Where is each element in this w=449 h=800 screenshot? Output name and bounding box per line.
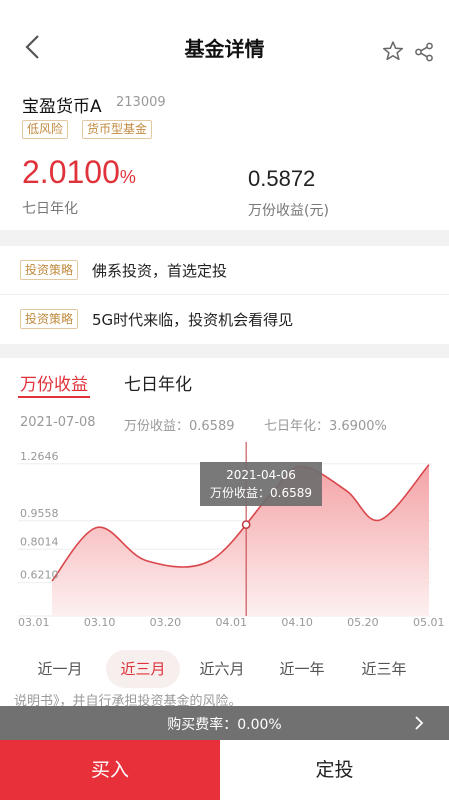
period-6m[interactable]: 近六月 bbox=[186, 650, 258, 688]
strategy-text: 佛系投资，首选定投 bbox=[92, 262, 228, 280]
purchase-fee-bar[interactable]: 购买费率：0.00% bbox=[0, 706, 449, 740]
y-tick-label: 1.2646 bbox=[20, 450, 59, 463]
buy-button[interactable]: 买入 bbox=[0, 740, 220, 800]
period-1y[interactable]: 近一年 bbox=[266, 650, 338, 688]
yield-unit: % bbox=[119, 167, 136, 187]
fund-type-tag: 货币型基金 bbox=[82, 120, 153, 139]
chevron-right-icon bbox=[415, 716, 424, 730]
x-tick-label: 04.10 bbox=[281, 616, 313, 629]
period-3m[interactable]: 近三月 bbox=[106, 650, 180, 688]
x-tick-label: 04.01 bbox=[216, 616, 248, 629]
yield-number: 2.0100 bbox=[22, 154, 120, 190]
fund-code: 213009 bbox=[116, 95, 166, 110]
per-10k-income-value: 0.5872 bbox=[248, 166, 316, 191]
strategy-text: 5G时代来临，投资机会看得见 bbox=[92, 311, 294, 329]
y-tick-label: 0.9558 bbox=[20, 507, 59, 520]
highlight-point bbox=[241, 520, 251, 529]
header: 基金详情 bbox=[0, 0, 449, 80]
strategy-card: 投资策略 佛系投资，首选定投 投资策略 5G时代来临，投资机会看得见 bbox=[0, 246, 449, 344]
share-icon[interactable] bbox=[414, 42, 434, 62]
y-tick-label: 0.8014 bbox=[20, 535, 59, 548]
seven-day-yield-label: 七日年化 bbox=[22, 201, 78, 217]
y-tick-label: 0.6210 bbox=[20, 569, 59, 582]
x-tick-label: 03.01 bbox=[18, 616, 50, 629]
tooltip-date: 2021-04-06 bbox=[226, 468, 296, 482]
disclaimer-text: 说明书》，并自行承担投资基金的风险。 bbox=[0, 688, 449, 706]
star-icon[interactable] bbox=[382, 40, 404, 62]
disclaimer-content: 说明书》，并自行承担投资基金的风险。 bbox=[14, 694, 242, 706]
period-1m[interactable]: 近一月 bbox=[24, 650, 96, 688]
strategy-tag: 投资策略 bbox=[20, 260, 79, 280]
risk-tag: 低风险 bbox=[22, 120, 69, 139]
period-3y[interactable]: 近三年 bbox=[348, 650, 420, 688]
x-tick-label: 05.01 bbox=[413, 616, 445, 629]
tooltip-value: 万份收益：0.6589 bbox=[210, 486, 312, 500]
chart-tooltip: 2021-04-06 万份收益：0.6589 bbox=[200, 462, 322, 506]
per-10k-income-label: 万份收益(元) bbox=[248, 203, 329, 219]
purchase-fee-text: 购买费率：0.00% bbox=[167, 717, 282, 733]
auto-invest-button[interactable]: 定投 bbox=[220, 740, 449, 800]
strategy-row[interactable]: 投资策略 佛系投资，首选定投 bbox=[0, 246, 449, 294]
strategy-row[interactable]: 投资策略 5G时代来临，投资机会看得见 bbox=[0, 294, 449, 342]
x-tick-label: 05.20 bbox=[347, 616, 379, 629]
fund-summary-card: 宝盈货币A 213009 低风险 货币型基金 2.0100% 七日年化 0.58… bbox=[0, 80, 449, 230]
strategy-tag: 投资策略 bbox=[20, 309, 79, 329]
chart-card: 万份收益 七日年化 2021-07-08 万份收益：0.6589 七日年化：3.… bbox=[0, 358, 449, 703]
x-tick-label: 03.20 bbox=[150, 616, 182, 629]
x-tick-label: 03.10 bbox=[84, 616, 116, 629]
seven-day-yield-value: 2.0100% bbox=[22, 154, 136, 191]
fund-name: 宝盈货币A bbox=[22, 97, 102, 117]
